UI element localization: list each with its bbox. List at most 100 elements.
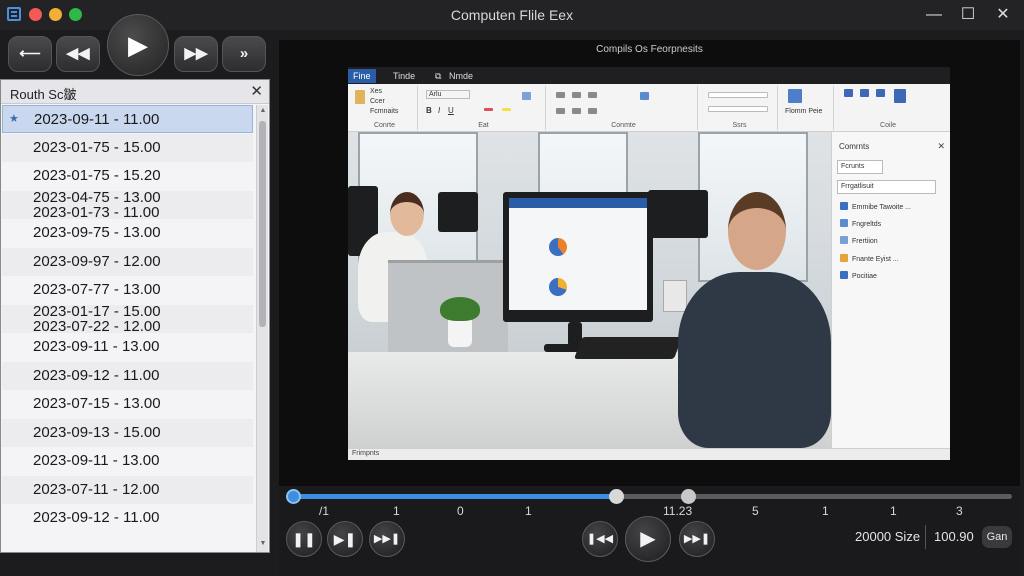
align-center-icon [572,108,581,114]
scrollbar-thumb[interactable] [259,121,266,327]
ribbon-group-label: Eat [478,122,489,129]
tool-icon [876,89,885,97]
timeline-tick: 1 [822,504,829,518]
background-monitor [438,192,478,232]
comments-pane: Comrnts ✕ Fcrunts Frrgatlisuit Emmibe Ta… [831,132,950,448]
list-item[interactable]: 2023-04-75 - 13.00 2023-01-73 - 11.00 [2,190,253,220]
main-monitor [503,192,653,322]
pane-close-icon: ✕ [937,141,945,151]
ribbon-tab-2: Tinde [393,71,416,81]
list-item[interactable]: 2023-07-77 - 13.00 [2,276,253,304]
plant-leaves [440,297,480,321]
pause-button[interactable]: ❚❚ [286,521,322,557]
next-track-button[interactable]: ▶▶❚ [679,521,715,557]
seek-start-handle[interactable] [286,489,301,504]
list-item-label: 2023-09-11 - 13.00 [33,452,160,469]
keyboard [573,337,683,359]
list-item-label: 2023-01-75 - 15.00 [33,138,161,156]
video-viewer[interactable]: Compils Os Feorpnesits Fine Tinde Nmde ⧉… [279,40,1020,486]
list-item-label: 2023-07-22 - 12.00 [33,317,161,335]
styles-gallery-row [708,106,768,112]
step-forward-button[interactable]: ▶❚ [327,521,363,557]
ribbon-group-paragraph: Conmte [550,86,698,130]
back-button[interactable]: ⟵ [8,36,52,72]
list-item[interactable]: 2023-09-12 - 11.00 [2,361,253,390]
caption-button[interactable]: Gan [982,526,1012,548]
video-frame: Fine Tinde Nmde ⧉ Xes Ccer Fcmnaits Conr… [348,67,950,460]
font-color-icon [484,108,493,111]
timeline-tick: /1 [319,504,330,518]
ribbon-tab-icon: ⧉ [435,71,442,81]
pane-item-label: Pocitiae [852,273,877,280]
list-item[interactable]: 2023-09-13 - 15.00 [2,418,253,447]
italic-icon: I [438,106,441,115]
scroll-up-icon[interactable]: ▲ [258,107,268,117]
pane-item-label: Emmibe Tawoite ... [852,204,912,211]
ribbon-text-copy: Ccer [370,98,385,105]
play-pause-button[interactable]: ▶ [625,516,671,562]
list-item[interactable]: 2023-07-11 - 12.00 [2,475,253,504]
list-item[interactable]: 2023-09-11 - 13.00 [2,447,253,475]
close-icon[interactable]: ✕ [991,4,1015,26]
woman-head [390,192,424,236]
ribbon-group-label: Conrte [373,122,395,129]
list-item-label: 2023-09-12 - 11.00 [33,366,160,384]
next-button[interactable]: » [222,36,266,72]
ribbon-group-font: Arlu B I U Eat [422,86,546,130]
fast-forward-button[interactable]: ▶▶ [174,36,218,72]
ribbon-tabs: Fine Tinde Nmde ⧉ [348,67,950,84]
skip-forward-button[interactable]: ▶▶❚ [369,521,405,557]
list-item[interactable]: 2023-09-97 - 12.00 [2,247,253,276]
status-text: Frimpnts [352,450,380,457]
pen-holder [663,280,687,312]
indent-icon [588,92,597,98]
rewind-button[interactable]: ◀◀ [56,36,100,72]
pane-title: Comrnts [839,142,870,151]
list-item[interactable]: 2023-07-15 - 13.00 [2,390,253,418]
list-item[interactable]: 2023-01-75 - 15.20 [2,162,253,190]
numbering-icon [572,92,581,98]
list-item-label: 2023-09-13 - 15.00 [33,423,161,441]
maximize-icon[interactable]: ☐ [956,4,980,26]
pane-item-label: Fnante Eyist ... [852,256,899,263]
find-icon [788,89,802,103]
sidebar-close-icon[interactable]: ✕ [250,82,263,100]
list-item[interactable]: 2023-01-75 - 15.00 [2,133,253,162]
list-item[interactable]: 2023-01-17 - 15.00 2023-07-22 - 12.00 [2,304,253,335]
video-scene [348,132,831,448]
pane-item: Pocitiae [840,271,877,280]
highlight-icon [502,108,511,111]
video-caption: Compils Os Feorpnesits [596,44,703,55]
frame-status-bar: Frimpnts [348,448,950,460]
buffer-handle[interactable] [681,489,696,504]
pane-search-field: Frrgatlisuit [837,180,936,194]
document-icon [840,271,848,279]
selected-marker-icon: ★ [9,113,19,125]
pane-item: Frertiion [840,236,878,245]
list-item[interactable]: ★ 2023-09-11 - 11.00 [2,105,253,133]
sidebar-scrollbar[interactable]: ▲ ▼ [256,105,268,552]
ribbon-group-tools: Coile [838,86,938,130]
minimize-icon[interactable]: — [922,4,946,26]
rate-label[interactable]: 100.90 [934,529,974,544]
seek-track[interactable] [292,494,1012,499]
list-item[interactable]: 2023-09-75 - 13.00 [2,219,253,247]
align-right-icon [588,108,597,114]
play-button[interactable]: ▶ [107,14,169,76]
list-item-label: 2023-09-11 - 13.00 [33,338,160,355]
list-item[interactable]: 2023-09-12 - 11.00 [2,504,253,532]
timeline-time-label: 11.23 [663,504,693,518]
playhead-handle[interactable] [609,489,624,504]
grow-font-icon [522,92,531,100]
previous-track-button[interactable]: ❚◀◀ [582,521,618,557]
pane-item-label: Fngreltds [852,221,882,228]
scroll-down-icon[interactable]: ▼ [258,540,268,550]
ribbon-group-editing: Flomm Peie [782,86,834,130]
ribbon-text-cut: Xes [370,88,383,95]
list-item-label: 2023-01-75 - 15.20 [33,167,161,184]
ribbon-group-clipboard: Xes Ccer Fcmnaits Conrte [352,86,418,130]
list-item[interactable]: 2023-09-11 - 13.00 [2,333,253,361]
pane-tab: Fcrunts [837,160,883,174]
list-item-label: 2023-09-12 - 11.00 [33,509,160,526]
document-icon [840,236,848,244]
